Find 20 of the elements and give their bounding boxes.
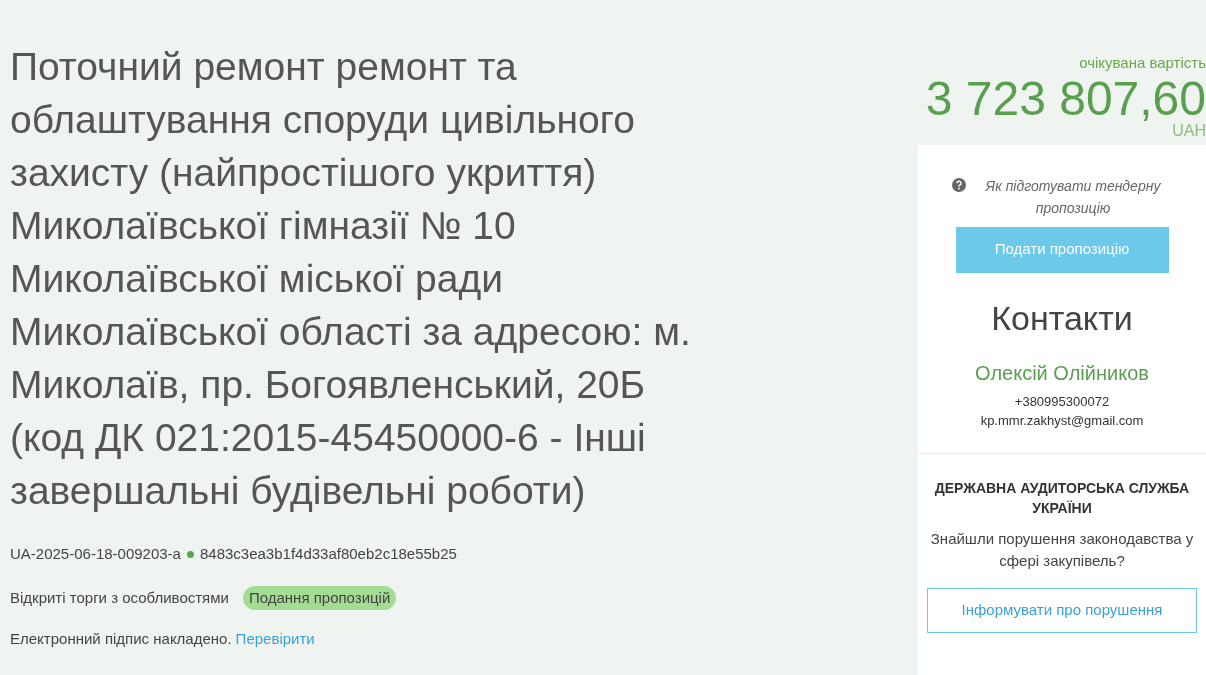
currency: UAH — [1172, 122, 1206, 139]
tender-id: UA-2025-06-18-009203-a — [10, 544, 181, 564]
price-amount: 3 723 807,60 — [925, 74, 1206, 123]
report-button[interactable]: Інформувати про порушення — [927, 587, 1197, 633]
help-link[interactable]: Як підготувати тендерну пропозицію — [974, 174, 1172, 219]
audit-heading: ДЕРЖАВНА АУДИТОРСЬКА СЛУЖБА УКРАЇНИ — [933, 478, 1191, 518]
contacts-heading: Контакти — [991, 297, 1133, 339]
verify-link[interactable]: Перевірити — [235, 628, 315, 651]
tender-hash: 8483c3ea3b1f4d33af80eb2c18e55b25 — [199, 544, 457, 564]
help-icon — [952, 177, 966, 192]
audit-question: Знайшли порушення законодавства у сфері закупівель? — [929, 528, 1195, 571]
signature-text: Електронний підпис накладено. — [10, 629, 232, 649]
contact-name: Олексій Олійников — [975, 360, 1149, 386]
contact-email: kp.mmr.zakhyst@gmail.com — [980, 412, 1144, 430]
price-label: очікувана вартість — [1079, 53, 1206, 73]
submit-button[interactable]: Подати пропозицію — [955, 226, 1169, 273]
procedure-type: Відкриті торги з особливостями — [10, 587, 229, 608]
status-badge: Подання пропозицій — [242, 585, 397, 610]
tender-title: Поточний ремонт ремонт та облаштування споруди цивільного захисту (найпростішого укриття) Миколаївської гімназії № 10 Миколаївської міської ради Миколаївської області за адресою: м. Миколаїв, пр. Богоявленський, 20Б (код ДК 021:2015-45450000-6 - Інші завершальні будівельні роботи) — [10, 44, 692, 514]
contact-phone: +380995300072 — [1014, 392, 1110, 411]
